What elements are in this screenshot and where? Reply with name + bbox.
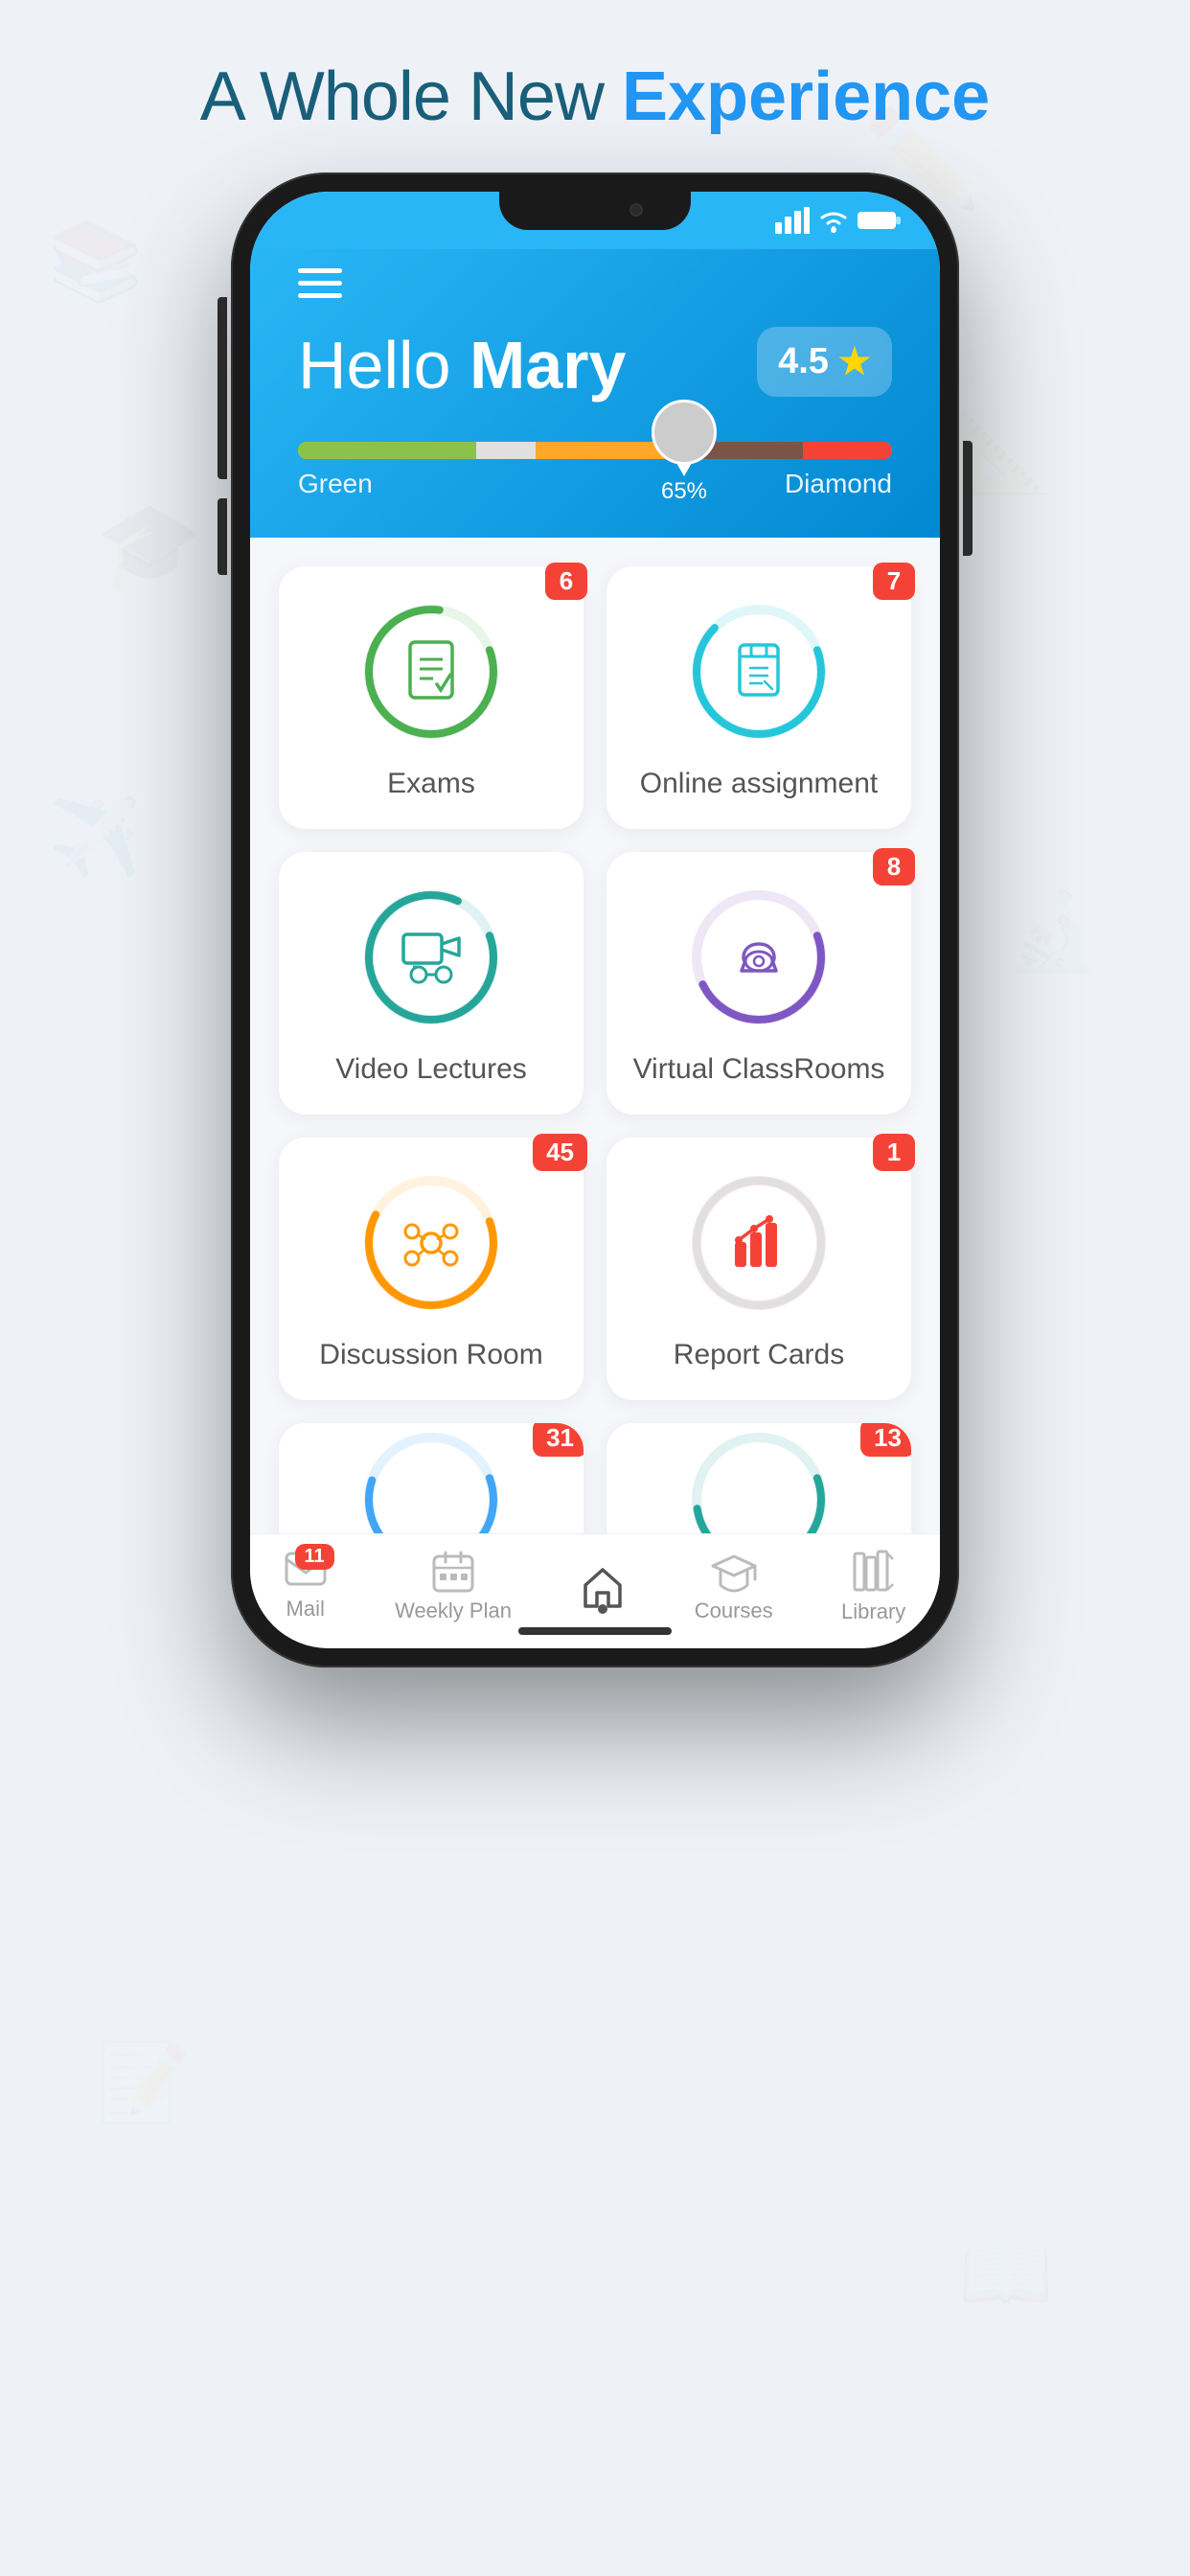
- card-exams[interactable]: 6: [279, 566, 584, 829]
- card-assignment-label: Online assignment: [640, 768, 878, 800]
- card-online-assignment[interactable]: 7: [606, 566, 911, 829]
- progress-end-label: Diamond: [785, 469, 892, 499]
- phone-notch: [499, 192, 691, 230]
- badge-exams: 6: [545, 563, 587, 600]
- page-title-bold: Experience: [622, 58, 990, 135]
- svg-text:✈️: ✈️: [48, 791, 144, 880]
- badge-virtual: 8: [873, 848, 915, 886]
- badge-online-assignment: 7: [873, 563, 915, 600]
- nav-item-courses[interactable]: Courses: [695, 1551, 773, 1623]
- rating-value: 4.5: [778, 341, 829, 382]
- svg-text:📝: 📝: [96, 2038, 192, 2126]
- svg-text:🎓: 🎓: [96, 498, 203, 594]
- card-virtual-label: Virtual ClassRooms: [633, 1053, 885, 1086]
- svg-text:🔬: 🔬: [1006, 886, 1102, 976]
- main-content: 6: [250, 538, 940, 1592]
- weekly-plan-label: Weekly Plan: [395, 1598, 512, 1623]
- report-icon-wrap: [692, 1176, 826, 1310]
- cards-grid: 6: [279, 566, 911, 1592]
- assign-icon-wrap: [692, 605, 826, 739]
- graduation-icon: [711, 1551, 757, 1593]
- progress-section: 65% Green Diamond: [298, 442, 892, 499]
- nav-item-home[interactable]: [580, 1564, 626, 1610]
- exams-icon-wrap: [364, 605, 498, 739]
- battery-icon: [858, 209, 902, 232]
- mail-label: Mail: [286, 1597, 325, 1622]
- badge-discussion: 45: [533, 1134, 587, 1171]
- card-report-cards[interactable]: 1: [606, 1138, 911, 1400]
- page-title-plain: A Whole New: [200, 58, 622, 135]
- progress-percent: 65%: [661, 478, 707, 505]
- avatar-pin: [676, 463, 692, 476]
- badge-partial-left: 31: [533, 1423, 584, 1457]
- badge-partial-right: 13: [860, 1423, 911, 1457]
- card-discussion-room[interactable]: 45: [279, 1138, 584, 1400]
- progress-labels: Green Diamond: [298, 469, 892, 499]
- badge-report: 1: [873, 1134, 915, 1171]
- progress-start-label: Green: [298, 469, 373, 499]
- header: Hello Mary 4.5 ★: [250, 249, 940, 538]
- progress-bar: [298, 442, 892, 459]
- svg-text:📚: 📚: [48, 218, 144, 305]
- svg-text:📖: 📖: [958, 2231, 1054, 2316]
- calendar-icon: [432, 1551, 474, 1593]
- star-icon: ★: [838, 340, 871, 383]
- wifi-icon: [817, 207, 850, 234]
- progress-green: [298, 442, 476, 459]
- courses-label: Courses: [695, 1598, 773, 1623]
- rating-badge: 4.5 ★: [757, 327, 892, 397]
- avatar: [652, 400, 717, 465]
- card-discussion-label: Discussion Room: [319, 1339, 542, 1371]
- nav-item-weekly-plan[interactable]: Weekly Plan: [395, 1551, 512, 1623]
- mail-badge: 11: [295, 1544, 334, 1570]
- home-indicator: [518, 1627, 672, 1635]
- avatar-container: 65%: [652, 400, 717, 505]
- card-video-label: Video Lectures: [335, 1053, 527, 1086]
- card-video-lectures[interactable]: Video Lectures: [279, 852, 584, 1115]
- phone-frame: Hello Mary 4.5 ★: [231, 172, 959, 1668]
- home-active-dot: [598, 1604, 607, 1614]
- virtual-icon-wrap: [692, 890, 826, 1024]
- nav-item-mail[interactable]: 11 Mail: [285, 1552, 327, 1622]
- video-icon-wrap: [364, 890, 498, 1024]
- discussion-icon-wrap: [364, 1176, 498, 1310]
- camera: [629, 203, 643, 217]
- hamburger-menu[interactable]: [298, 268, 892, 298]
- greeting: Hello Mary: [298, 327, 626, 403]
- home-icon: [580, 1564, 626, 1610]
- card-virtual-classrooms[interactable]: 8: [606, 852, 911, 1115]
- library-label: Library: [841, 1599, 905, 1624]
- card-report-label: Report Cards: [674, 1339, 844, 1371]
- signal-icon: [775, 207, 810, 234]
- books-icon: [853, 1550, 895, 1594]
- progress-red: [803, 442, 892, 459]
- progress-white: [476, 442, 536, 459]
- card-exams-label: Exams: [387, 768, 475, 800]
- nav-item-library[interactable]: Library: [841, 1550, 905, 1624]
